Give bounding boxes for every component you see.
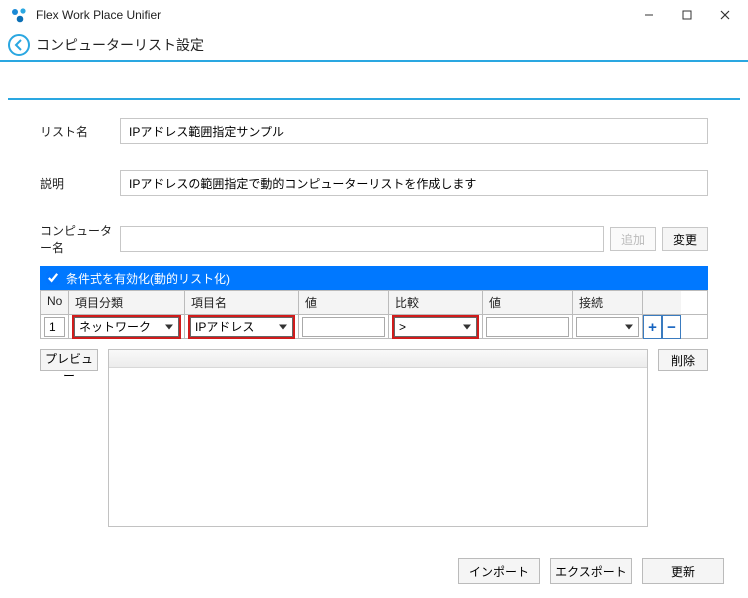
enable-condition-checkbox[interactable] [46, 271, 60, 285]
th-no: No [41, 291, 69, 314]
th-category: 項目分類 [69, 291, 185, 314]
divider [0, 60, 748, 62]
condition-row: ネットワーク IPアドレス > + − [40, 315, 708, 339]
cond-value-input[interactable] [302, 317, 385, 337]
page-header: コンピューターリスト設定 [0, 30, 748, 60]
condition-header-row: No 項目分類 項目名 値 比較 値 接続 [40, 290, 708, 315]
cond-item-select[interactable]: IPアドレス [190, 317, 293, 337]
preview-list-header [109, 350, 647, 368]
add-button: 追加 [610, 227, 656, 251]
update-button[interactable]: 更新 [642, 558, 724, 584]
computername-input[interactable] [120, 226, 604, 252]
delete-button[interactable]: 削除 [658, 349, 708, 371]
app-icon [10, 6, 28, 24]
condition-area: 条件式を有効化(動的リスト化) No 項目分類 項目名 値 比較 値 接続 ネッ… [40, 266, 708, 339]
preview-list[interactable] [108, 349, 648, 527]
condition-titlebar: 条件式を有効化(動的リスト化) [40, 266, 708, 290]
footer-buttons: インポート エクスポート 更新 [458, 558, 724, 584]
page-title: コンピューターリスト設定 [36, 35, 204, 55]
listname-input[interactable] [120, 118, 708, 144]
minimize-button[interactable] [632, 4, 666, 26]
window-titlebar: Flex Work Place Unifier [0, 0, 748, 30]
maximize-button[interactable] [670, 4, 704, 26]
desc-label: 説明 [40, 175, 120, 192]
change-button[interactable]: 変更 [662, 227, 708, 251]
enable-condition-label: 条件式を有効化(動的リスト化) [66, 270, 230, 287]
add-row-button[interactable]: + [643, 315, 662, 339]
cond-compare-select[interactable]: > [394, 317, 477, 337]
th-item: 項目名 [185, 291, 299, 314]
th-conn: 接続 [573, 291, 643, 314]
cond-conn-select[interactable] [576, 317, 639, 337]
import-button[interactable]: インポート [458, 558, 540, 584]
cond-category-select[interactable]: ネットワーク [74, 317, 179, 337]
remove-row-button[interactable]: − [662, 315, 681, 339]
th-actions [643, 291, 681, 314]
close-button[interactable] [708, 4, 742, 26]
th-compare: 比較 [389, 291, 483, 314]
cond-value2-input[interactable] [486, 317, 569, 337]
window-title: Flex Work Place Unifier [36, 8, 632, 22]
desc-input[interactable] [120, 170, 708, 196]
th-value2: 値 [483, 291, 573, 314]
computername-label: コンピューター名 [40, 222, 120, 256]
export-button[interactable]: エクスポート [550, 558, 632, 584]
cond-no-input[interactable] [44, 317, 65, 337]
form-area: リスト名 説明 コンピューター名 追加 変更 [0, 100, 748, 256]
back-button[interactable] [8, 34, 30, 56]
preview-button[interactable]: プレビュー [40, 349, 98, 371]
listname-label: リスト名 [40, 123, 120, 140]
th-value: 値 [299, 291, 389, 314]
